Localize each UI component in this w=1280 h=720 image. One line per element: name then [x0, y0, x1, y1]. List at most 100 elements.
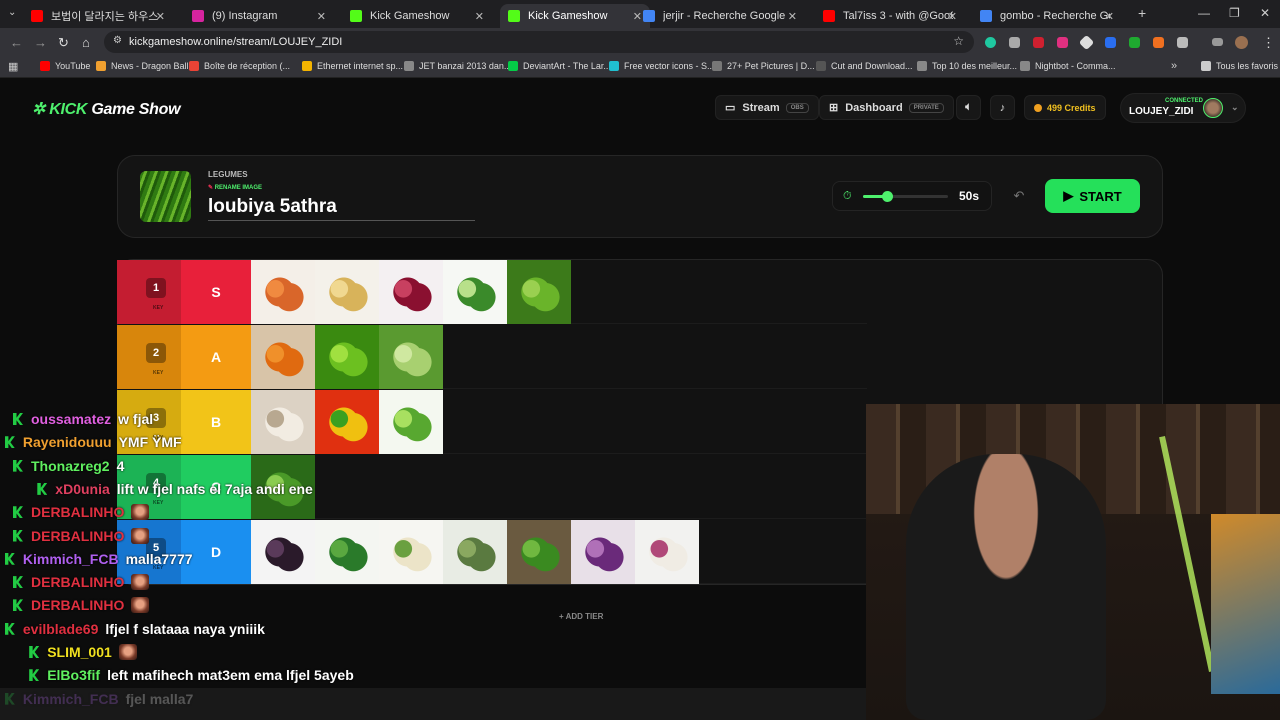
bookmark-item[interactable]: Free vector icons - S... — [609, 61, 715, 71]
bookmark-item[interactable]: Cut and Download... — [816, 61, 913, 71]
eggplant-image[interactable] — [251, 520, 315, 584]
chat-username: Kimmich_FCB — [22, 550, 119, 567]
site-info-icon[interactable]: ⚙ — [113, 35, 122, 46]
green-peppers-image[interactable] — [315, 325, 379, 389]
site-logo[interactable]: ✲ KICK Game Show — [32, 99, 181, 119]
bookmark-item[interactable]: JET banzai 2013 dan... — [404, 61, 511, 71]
bookmark-favicon-icon — [302, 61, 312, 71]
close-tab-icon[interactable]: ✕ — [1105, 10, 1114, 23]
browser-tab[interactable]: Kick Gameshow ✕ — [500, 4, 650, 28]
extension-icon[interactable] — [1153, 37, 1164, 48]
minimize-icon[interactable]: — — [1198, 6, 1210, 20]
tier-label[interactable]: S — [181, 260, 251, 324]
tier-key-hint: KEY — [153, 305, 164, 311]
browser-tab[interactable]: Tal7iss 3 - with @Goo8a - YouT✕ — [815, 4, 965, 28]
broccoli-image[interactable] — [315, 520, 379, 584]
tab-search-icon[interactable]: ⌄ — [8, 7, 16, 18]
tier-key[interactable]: 1 KEY — [117, 260, 181, 324]
browser-tab[interactable]: jerjir - Recherche Google ✕ — [635, 4, 805, 28]
extension-icon[interactable] — [1033, 37, 1044, 48]
mushrooms-image[interactable] — [251, 390, 315, 454]
sound-button[interactable]: 🔈︎ — [956, 95, 981, 120]
credits-pill[interactable]: 499 Credits — [1024, 95, 1106, 120]
extension-icon[interactable] — [1105, 37, 1116, 48]
reload-icon[interactable]: ↻ — [58, 35, 69, 51]
bookmark-item[interactable]: News - Dragon Ball... — [96, 61, 196, 71]
tier-label[interactable]: B — [181, 390, 251, 454]
tier-label[interactable]: A — [181, 325, 251, 389]
cauliflower-image[interactable] — [379, 520, 443, 584]
browser-tab[interactable]: gombo - Recherche Google✕ — [972, 4, 1122, 28]
reading-list-icon[interactable] — [1212, 38, 1223, 46]
kick-badge-icon — [13, 599, 23, 612]
address-bar[interactable]: ⚙ kickgameshow.online/stream/LOUJEY_ZIDI… — [104, 31, 974, 53]
stream-label: Stream — [742, 101, 780, 114]
logo-kick: KICK — [49, 101, 88, 118]
close-tab-icon[interactable]: ✕ — [317, 10, 326, 23]
extension-icon[interactable] — [985, 37, 996, 48]
artichoke-image[interactable] — [443, 520, 507, 584]
cucumber-image[interactable] — [443, 260, 507, 324]
chat-text: left mafihech mat3em ema lfjel 5ayeb — [107, 667, 354, 684]
notifications-button[interactable]: ♪ — [990, 95, 1015, 120]
sweet-potato-image[interactable] — [251, 260, 315, 324]
broad-beans-image[interactable] — [379, 325, 443, 389]
bell-peppers-image[interactable] — [315, 390, 379, 454]
browser-tab[interactable]: Kick Gameshow ✕ — [342, 4, 492, 28]
close-tab-icon[interactable]: ✕ — [948, 10, 957, 23]
bookmark-item[interactable]: Nightbot - Comma... — [1020, 61, 1116, 71]
user-menu[interactable]: CONNECTED LOUJEY_ZIDI ⌄ — [1120, 93, 1246, 123]
extension-icon[interactable] — [1078, 34, 1095, 51]
extension-icon[interactable] — [1057, 37, 1068, 48]
bookmark-item[interactable]: 27+ Pet Pictures | D... — [712, 61, 815, 71]
close-window-icon[interactable]: ✕ — [1260, 6, 1270, 20]
browser-tab[interactable]: (9) Instagram ✕ — [184, 4, 334, 28]
extension-icon[interactable] — [1129, 37, 1140, 48]
red-onion-image[interactable] — [379, 260, 443, 324]
timer-value: 50s — [959, 189, 980, 203]
parsley-image[interactable] — [507, 520, 571, 584]
folder-icon — [1201, 61, 1211, 71]
extension-icon[interactable] — [1009, 37, 1020, 48]
more-bookmarks-icon[interactable]: » — [1171, 60, 1177, 72]
lettuce-image[interactable] — [379, 390, 443, 454]
menu-dots-icon[interactable]: ⋮ — [1262, 35, 1275, 51]
home-icon[interactable]: ⌂ — [82, 35, 90, 50]
new-tab-button[interactable]: + — [1138, 5, 1146, 21]
timer-slider-handle[interactable] — [881, 191, 893, 202]
bookmark-label: Free vector icons - S... — [624, 61, 715, 71]
dashboard-label: Dashboard — [845, 101, 903, 114]
restore-icon[interactable]: ❐ — [1229, 6, 1240, 20]
close-tab-icon[interactable]: ✕ — [475, 10, 484, 23]
turnip-image[interactable] — [635, 520, 699, 584]
bookmark-item[interactable]: DeviantArt - The Lar... — [508, 61, 611, 71]
rename-image-link[interactable]: ✎ RENAME IMAGE — [208, 184, 262, 191]
profile-avatar[interactable] — [1235, 36, 1248, 49]
item-name-input[interactable]: loubiya 5athra — [208, 196, 475, 221]
all-bookmarks[interactable]: Tous les favoris — [1201, 61, 1278, 71]
bookmark-star-icon[interactable]: ☆ — [953, 34, 964, 48]
undo-button[interactable]: ↶ — [1008, 184, 1030, 208]
peas-image[interactable] — [507, 260, 571, 324]
browser-tab[interactable]: 보법이 달라지는 하우스 - YouT✕ — [23, 4, 173, 28]
close-tab-icon[interactable]: ✕ — [156, 10, 165, 23]
tier-key[interactable]: 2 KEY — [117, 325, 181, 389]
apps-grid-icon[interactable]: ▦ — [8, 60, 18, 73]
kick-badge-icon — [4, 436, 15, 449]
bookmark-item[interactable]: Boîte de réception (... — [189, 61, 290, 71]
stream-button[interactable]: ▭ Stream OBS — [715, 95, 819, 120]
bookmark-item[interactable]: Top 10 des meilleur... — [917, 61, 1017, 71]
add-tier-button[interactable]: + ADD TIER — [559, 612, 603, 621]
bookmark-item[interactable]: Ethernet internet sp... — [302, 61, 403, 71]
bookmark-item[interactable]: YouTube — [40, 61, 90, 71]
dashboard-button[interactable]: ⊞ Dashboard PRIVATE — [819, 95, 954, 120]
add-tier-label: ADD TIER — [565, 612, 604, 621]
close-tab-icon[interactable]: ✕ — [788, 10, 797, 23]
potato-image[interactable] — [315, 260, 379, 324]
back-icon[interactable]: ← — [10, 35, 23, 50]
carrot-image[interactable] — [251, 325, 315, 389]
extensions-puzzle-icon[interactable] — [1177, 37, 1188, 48]
forward-icon[interactable]: → — [34, 35, 47, 50]
red-cabbage-image[interactable] — [571, 520, 635, 584]
start-button[interactable]: ▶ START — [1045, 179, 1140, 213]
